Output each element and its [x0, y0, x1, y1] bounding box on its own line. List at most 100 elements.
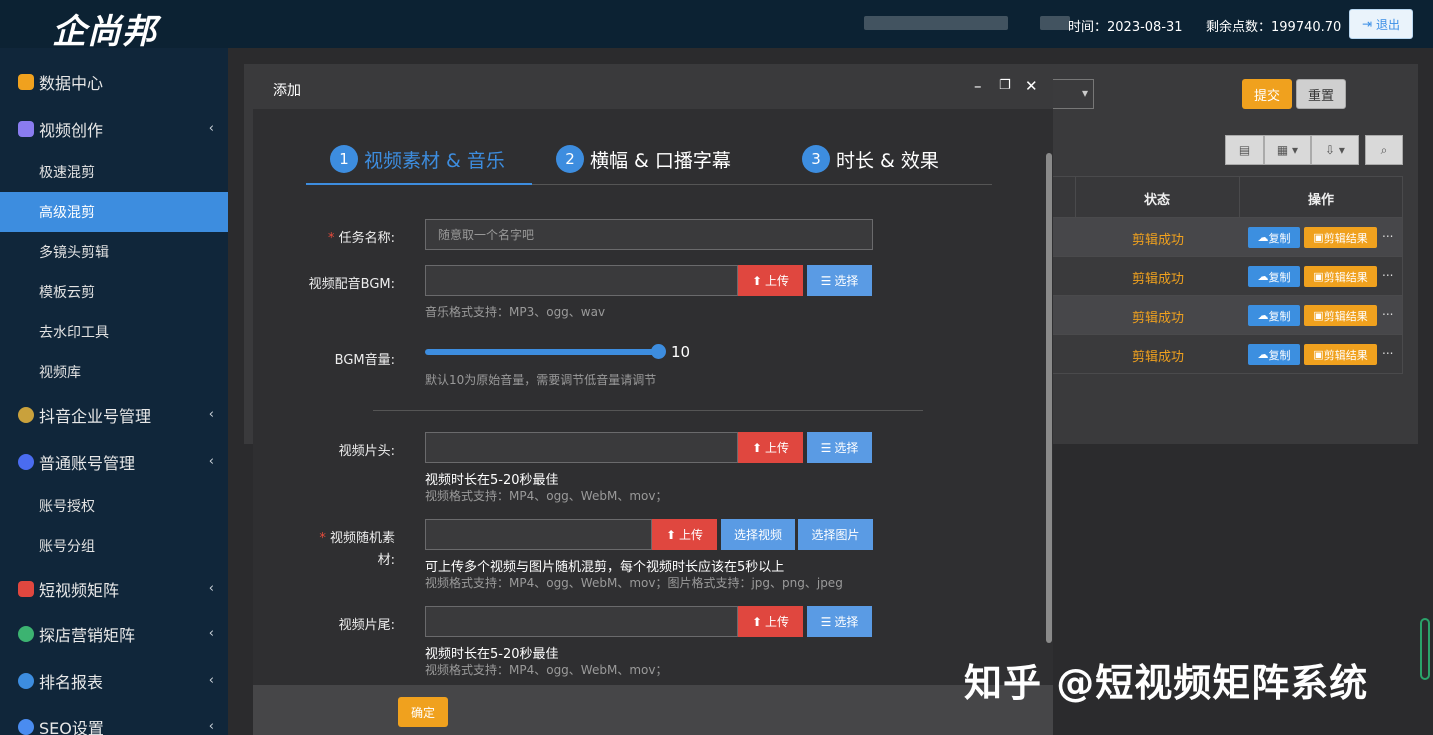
volume-slider-handle[interactable] — [651, 344, 666, 359]
result-button[interactable]: ▣ 剪辑结果 — [1304, 305, 1377, 326]
intro-upload-button[interactable]: ⬆ 上传 — [738, 432, 803, 463]
sidebar-item-label: 探店营销矩阵 — [39, 626, 136, 645]
bgm-file-field[interactable] — [425, 265, 738, 296]
sidebar-item-douyin[interactable]: 抖音企业号管理 ‹ — [0, 395, 228, 435]
intro-format-hint: 视频格式支持：MP4、ogg、WebM、mov； — [425, 489, 668, 503]
random-material-file-field[interactable] — [425, 519, 652, 550]
more-icon[interactable]: ... — [1382, 343, 1393, 357]
copy-button[interactable]: ☁ 复制 — [1248, 266, 1300, 287]
bgm-select-button[interactable]: ☰ 选择 — [807, 265, 872, 296]
outro-format-hint: 视频格式支持：MP4、ogg、WebM、mov； — [425, 663, 668, 677]
select-image-button[interactable]: 选择图片 — [798, 519, 873, 550]
sidebar-item-label: 短视频矩阵 — [39, 581, 120, 600]
more-icon[interactable]: ... — [1382, 304, 1393, 318]
copy-button[interactable]: ☁ 复制 — [1248, 227, 1300, 248]
sidebar-item-seo[interactable]: SEO设置 ‹ — [0, 707, 228, 735]
watermark: 知乎 @短视频矩阵系统 — [964, 661, 1369, 705]
sidebar-sub-account-auth[interactable]: 账号授权 — [0, 486, 228, 526]
report-icon — [18, 673, 34, 689]
sidebar-item-label: 普通账号管理 — [39, 454, 136, 473]
select-video-button[interactable]: 选择视频 — [721, 519, 795, 550]
confirm-button[interactable]: 确定 — [398, 697, 448, 727]
more-icon[interactable]: ... — [1382, 265, 1393, 279]
filter-select[interactable] — [1050, 79, 1094, 109]
sidebar-item-report[interactable]: 排名报表 ‹ — [0, 661, 228, 701]
step-number: 3 — [802, 145, 830, 173]
task-name-label: * 任务名称: — [327, 231, 395, 246]
outro-select-button[interactable]: ☰ 选择 — [807, 606, 872, 637]
maximize-icon[interactable]: ❐ — [999, 78, 1011, 93]
volume-value: 10 — [671, 343, 691, 361]
bgm-format-hint: 音乐格式支持：MP3、ogg、wav — [425, 305, 606, 319]
sidebar-item-store[interactable]: 探店营销矩阵 ‹ — [0, 614, 228, 654]
submit-button[interactable]: 提交 — [1242, 79, 1292, 109]
table-row: 剪辑成功 ☁ 复制 ▣ 剪辑结果 ... — [1050, 218, 1403, 257]
sidebar-item-account[interactable]: 普通账号管理 ‹ — [0, 442, 228, 482]
sidebar-item-video-create[interactable]: 视频创作 ‹ — [0, 109, 228, 149]
chevron-left-icon: ‹ — [208, 454, 214, 469]
export-button[interactable]: ⇩ ▾ — [1311, 135, 1359, 165]
reset-button[interactable]: 重置 — [1296, 79, 1346, 109]
table-header: 状态 操作 — [1050, 176, 1403, 218]
points-label: 剩余点数：199740.70 — [1206, 20, 1342, 35]
column-header-actions: 操作 — [1308, 193, 1335, 208]
sidebar-sub-watermark-tool[interactable]: 去水印工具 — [0, 312, 228, 352]
outro-file-field[interactable] — [425, 606, 738, 637]
copy-button[interactable]: ☁ 复制 — [1248, 305, 1300, 326]
result-button[interactable]: ▣ 剪辑结果 — [1304, 266, 1377, 287]
step-tabs: 1 视频素材 & 音乐 2 横幅 & 口播字幕 3 时长 & 效果 — [306, 139, 992, 185]
step-label: 视频素材 & 音乐 — [364, 149, 505, 172]
section-divider — [373, 410, 923, 411]
result-button[interactable]: ▣ 剪辑结果 — [1304, 227, 1377, 248]
list-view-button[interactable]: ▤ — [1225, 135, 1264, 165]
sidebar-sub-multi-lens[interactable]: 多镜头剪辑 — [0, 232, 228, 272]
sidebar-sub-fast-mix[interactable]: 极速混剪 — [0, 152, 228, 192]
result-button[interactable]: ▣ 剪辑结果 — [1304, 344, 1377, 365]
column-header-status: 状态 — [1144, 193, 1171, 208]
minimize-icon[interactable]: – — [974, 77, 982, 95]
logout-button[interactable]: ⇥ 退出 — [1349, 9, 1413, 39]
volume-slider-track[interactable] — [425, 349, 659, 355]
sidebar-sub-template-cloud[interactable]: 模板云剪 — [0, 272, 228, 312]
close-icon[interactable]: ✕ — [1025, 77, 1038, 95]
logout-label: 退出 — [1376, 17, 1401, 32]
status-badge: 剪辑成功 — [1132, 272, 1185, 287]
intro-duration-hint: 视频时长在5-20秒最佳 — [425, 473, 559, 488]
dialog-scrollbar[interactable] — [1046, 153, 1052, 643]
step-2-tab[interactable]: 2 横幅 & 口播字幕 — [556, 145, 731, 173]
chevron-left-icon: ‹ — [208, 719, 214, 734]
result-label: 剪辑结果 — [1323, 270, 1368, 284]
sidebar-item-matrix[interactable]: 短视频矩阵 ‹ — [0, 569, 228, 609]
active-step-indicator — [306, 183, 532, 185]
task-name-input[interactable]: 随意取一个名字吧 — [425, 219, 873, 250]
upload-label: 上传 — [765, 441, 790, 455]
side-handle[interactable] — [1420, 618, 1430, 680]
sidebar-item-label: 排名报表 — [39, 673, 104, 692]
bgm-upload-button[interactable]: ⬆ 上传 — [738, 265, 803, 296]
step-number: 1 — [330, 145, 358, 173]
step-3-tab[interactable]: 3 时长 & 效果 — [802, 145, 939, 173]
random-upload-button[interactable]: ⬆ 上传 — [652, 519, 717, 550]
copy-label: 复制 — [1268, 348, 1291, 362]
columns-button[interactable]: ▦ ▾ — [1264, 135, 1311, 165]
intro-select-button[interactable]: ☰ 选择 — [807, 432, 872, 463]
intro-label: 视频片头: — [338, 444, 395, 459]
dialog-body: 1 视频素材 & 音乐 2 横幅 & 口播字幕 3 时长 & 效果 * 任务名称… — [253, 109, 1053, 685]
sidebar-sub-account-group[interactable]: 账号分组 — [0, 526, 228, 566]
search-button[interactable]: ⌕ — [1365, 135, 1403, 165]
sidebar-sub-video-library[interactable]: 视频库 — [0, 352, 228, 392]
copy-button[interactable]: ☁ 复制 — [1248, 344, 1300, 365]
more-icon[interactable]: ... — [1382, 226, 1393, 240]
sidebar-sub-advanced-mix[interactable]: 高级混剪 — [0, 192, 228, 232]
sidebar-item-label: 数据中心 — [39, 74, 104, 93]
dialog-footer: 确定 — [253, 685, 1053, 735]
sidebar-item-data-center[interactable]: 数据中心 — [0, 62, 228, 102]
step-1-tab[interactable]: 1 视频素材 & 音乐 — [330, 145, 505, 173]
select-label: 选择 — [834, 615, 859, 629]
outro-upload-button[interactable]: ⬆ 上传 — [738, 606, 803, 637]
intro-file-field[interactable] — [425, 432, 738, 463]
volume-hint: 默认10为原始音量，需要调节低音量请调节 — [425, 373, 657, 387]
chevron-left-icon: ‹ — [208, 581, 214, 596]
douyin-icon — [18, 407, 34, 423]
sidebar-item-label: SEO设置 — [39, 719, 104, 735]
